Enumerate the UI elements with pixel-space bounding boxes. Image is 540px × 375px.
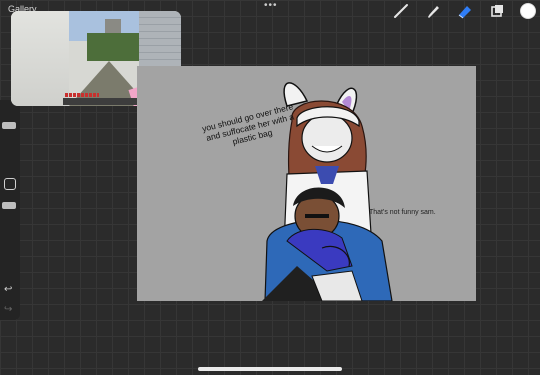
- home-indicator[interactable]: [198, 367, 342, 371]
- top-face: [301, 113, 353, 163]
- artwork-illustration: [262, 82, 393, 301]
- video-hotbar: [63, 98, 139, 105]
- left-sidebar: ↩ ↪: [0, 100, 20, 320]
- eraser-icon[interactable]: [456, 2, 474, 20]
- video-wall: [11, 11, 69, 106]
- brush-size-slider[interactable]: [2, 122, 16, 129]
- undo-icon[interactable]: ↩: [4, 284, 12, 295]
- more-options-icon[interactable]: •••: [264, 0, 278, 11]
- drawing-canvas[interactable]: you should go over there and suffocate h…: [137, 66, 476, 301]
- smudge-icon[interactable]: [424, 2, 442, 20]
- color-picker-button[interactable]: [520, 3, 536, 19]
- brush-icon[interactable]: [392, 2, 410, 20]
- glasses: [305, 214, 329, 218]
- redo-icon[interactable]: ↪: [4, 304, 12, 315]
- layers-icon[interactable]: [488, 2, 506, 20]
- opacity-slider[interactable]: [2, 202, 16, 209]
- caption-right: That's not funny sam.: [369, 209, 436, 216]
- square-modify-icon[interactable]: [4, 178, 16, 190]
- video-trees: [87, 33, 139, 61]
- video-health-bar: [65, 93, 99, 97]
